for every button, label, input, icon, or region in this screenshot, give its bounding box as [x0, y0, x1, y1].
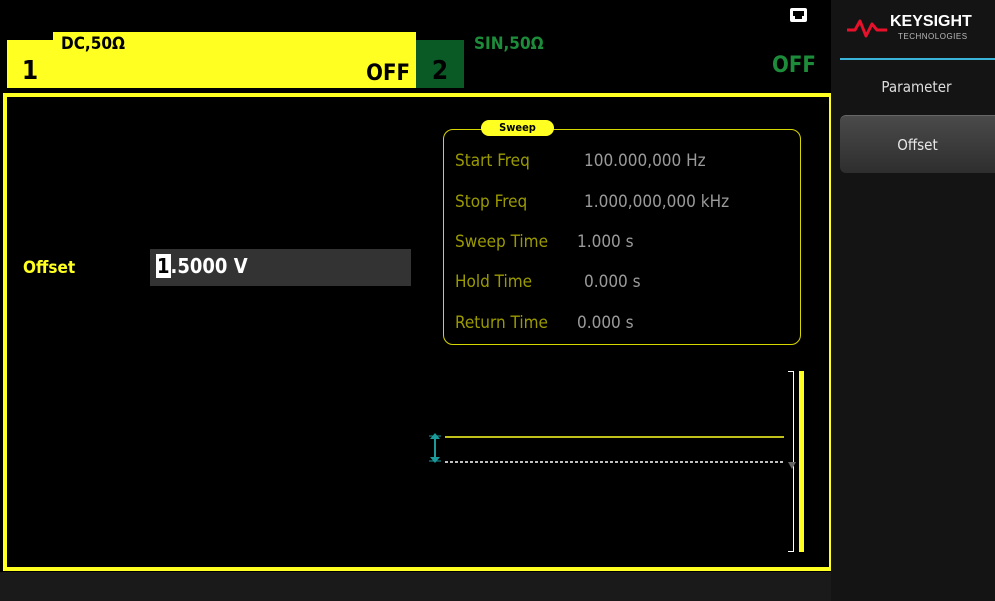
channel2-description: SIN,50Ω	[474, 34, 544, 54]
menu-title: Parameter	[881, 78, 952, 96]
offset-value-rest: .5000 V	[170, 254, 248, 278]
channel1-output-state: OFF	[366, 61, 410, 86]
sweep-row-stop-freq: Stop Freq 1.000,000,000 kHz	[455, 192, 729, 212]
offset-marker-icon	[428, 433, 442, 463]
bottom-status-bar	[0, 572, 831, 601]
sweep-row-label: Stop Freq	[455, 192, 528, 212]
channel2-number[interactable]: 2	[416, 40, 464, 88]
sweep-row-value: 1.000,000,000 kHz	[584, 192, 730, 212]
top-status-bar	[0, 0, 831, 32]
sweep-row-label: Return Time	[455, 313, 548, 333]
sweep-row-label: Hold Time	[455, 272, 533, 292]
channel1-tab[interactable]: DC,50Ω OFF	[53, 32, 416, 88]
sweep-row-value: 100.000,000 Hz	[584, 151, 706, 171]
brand-subtitle: TECHNOLOGIES	[898, 32, 968, 41]
sweep-row-start-freq: Start Freq 100.000,000 Hz	[455, 151, 706, 171]
keysight-logo-icon	[847, 19, 887, 38]
amplitude-scale-bar	[799, 371, 804, 552]
sweep-title: Sweep	[481, 120, 554, 136]
waveform-preview	[445, 372, 784, 552]
sweep-row-return-time: Return Time 0.000 s	[455, 313, 634, 333]
sweep-row-value: 1.000 s	[577, 232, 634, 252]
channel2-output-state: OFF	[772, 53, 816, 78]
sweep-row-sweep-time: Sweep Time 1.000 s	[455, 232, 634, 252]
offset-label: Offset	[23, 258, 76, 278]
offset-input[interactable]: 1.5000 V	[150, 249, 411, 286]
softkey-offset[interactable]: Offset	[840, 115, 995, 173]
brand-name: KEYSIGHT	[890, 13, 972, 30]
sweep-row-label: Sweep Time	[455, 232, 548, 252]
waveform-plot	[445, 372, 784, 552]
sweep-row-label: Start Freq	[455, 151, 530, 171]
edit-cursor: 1	[156, 254, 171, 278]
lan-icon	[790, 8, 807, 22]
channel1-description: DC,50Ω	[61, 34, 126, 54]
offset-value: 1.5000 V	[156, 254, 248, 278]
menu-title-accent	[840, 58, 995, 60]
ground-arrow-icon	[788, 462, 796, 469]
sweep-row-hold-time: Hold Time 0.000 s	[455, 272, 641, 292]
sweep-row-value: 0.000 s	[584, 272, 641, 292]
sweep-row-value: 0.000 s	[577, 313, 634, 333]
channel1-number[interactable]: 1	[7, 40, 53, 88]
